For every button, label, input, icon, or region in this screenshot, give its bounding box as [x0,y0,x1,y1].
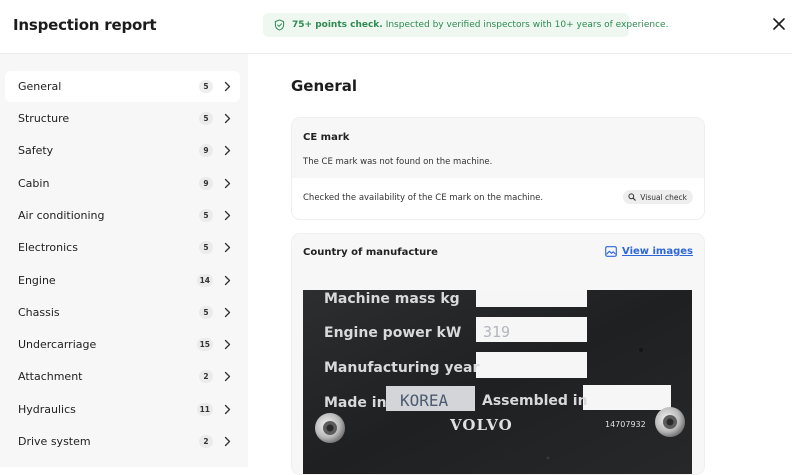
ce-card-title: CE mark [303,132,350,143]
chevron-right-icon [224,436,231,447]
inspection-banner: 75+ points check. Inspected by verified … [263,13,668,37]
chevron-right-icon [224,339,231,350]
plate-made-in-value: KOREA [400,391,449,410]
chevron-right-icon [224,371,231,382]
count-badge: 9 [199,177,213,190]
machine-plate-photo[interactable]: Machine mass kg Engine power kW 319 Manu… [303,290,692,474]
close-icon [773,18,785,30]
sidebar-item-cabin[interactable]: Cabin 9 [5,168,240,199]
chevron-right-icon [224,307,231,318]
visual-check-badge: Visual check [623,190,693,204]
sidebar: General 5 Structure 5 Safety 9 Cabin 9 A… [0,54,248,467]
plate-assembled-label: Assembled in [482,393,588,409]
ce-mark-card: CE mark The CE mark was not found on the… [291,117,705,220]
magnifier-icon [628,193,637,201]
banner-text: Inspected by verified inspectors with 10… [385,20,669,30]
sidebar-item-attachment[interactable]: Attachment 2 [5,361,240,392]
banner-strong-text: 75+ points check. [292,20,383,30]
sidebar-item-electronics[interactable]: Electronics 5 [5,232,240,263]
chevron-right-icon [224,210,231,221]
chevron-right-icon [224,81,231,92]
view-images-link[interactable]: View images [605,246,693,257]
country-card-title: Country of manufacture [303,247,438,258]
sidebar-item-hydraulics[interactable]: Hydraulics 11 [5,394,240,425]
chevron-right-icon [224,178,231,189]
count-badge: 5 [199,209,213,222]
plate-made-in-label: Made in [324,395,387,411]
sidebar-item-general[interactable]: General 5 [5,71,240,102]
count-badge: 11 [196,403,213,416]
country-of-manufacture-card: Country of manufacture View images Machi… [291,233,705,475]
chevron-right-icon [224,242,231,253]
section-title: General [291,77,357,95]
view-images-label: View images [622,246,693,257]
ce-card-header [292,118,704,178]
chevron-right-icon [224,113,231,124]
sidebar-item-engine[interactable]: Engine 14 [5,265,240,296]
sidebar-item-air-conditioning[interactable]: Air conditioning 5 [5,200,240,231]
main-content: General CE mark The CE mark was not foun… [249,54,792,475]
sidebar-item-drive-system[interactable]: Drive system 2 [5,426,240,457]
plate-brand: VOLVO [449,416,513,434]
count-badge: 5 [199,80,213,93]
ce-card-description: The CE mark was not found on the machine… [303,157,493,167]
sidebar-item-safety[interactable]: Safety 9 [5,135,240,166]
sidebar-item-structure[interactable]: Structure 5 [5,103,240,134]
image-icon [605,246,617,257]
plate-power-value: 319 [483,323,510,341]
chevron-right-icon [224,145,231,156]
page-title: Inspection report [13,16,157,34]
count-badge: 14 [196,274,213,287]
count-badge: 15 [196,338,213,351]
ce-card-check-text: Checked the availability of the CE mark … [303,193,544,203]
plate-mass-label: Machine mass kg [324,291,460,307]
plate-power-label: Engine power kW [324,325,461,341]
shield-check-icon [274,19,285,31]
count-badge: 2 [199,370,213,383]
plate-serial: 14707932 [605,420,646,429]
count-badge: 2 [199,435,213,448]
count-badge: 5 [199,112,213,125]
plate-year-label: Manufacturing year [324,360,479,376]
close-button[interactable] [769,14,789,34]
modal-header: Inspection report 75+ points check. Insp… [0,0,792,54]
chevron-right-icon [224,275,231,286]
plate-image: Machine mass kg Engine power kW 319 Manu… [303,290,692,474]
sidebar-item-chassis[interactable]: Chassis 5 [5,297,240,328]
count-badge: 5 [199,241,213,254]
count-badge: 9 [199,144,213,157]
sidebar-item-undercarriage[interactable]: Undercarriage 15 [5,329,240,360]
chevron-right-icon [224,404,231,415]
visual-check-label: Visual check [640,192,687,202]
count-badge: 5 [199,306,213,319]
